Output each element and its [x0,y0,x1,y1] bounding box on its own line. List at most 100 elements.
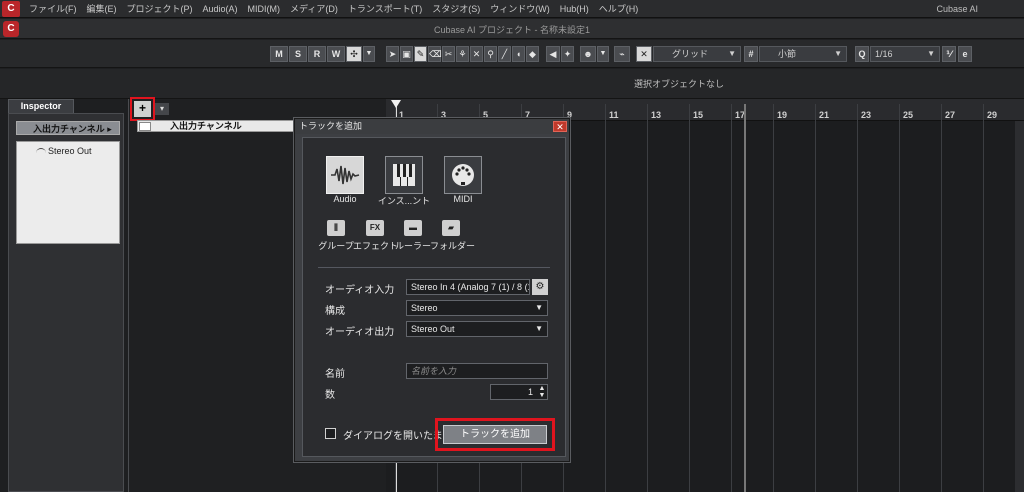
quantize-settings-icon[interactable]: e [958,46,972,62]
ruler-bar-number: 29 [987,110,998,120]
add-track-confirm-button[interactable]: トラックを追加 [443,425,547,444]
dialog-separator [318,267,550,268]
cubase-logo-icon[interactable]: C [2,0,20,17]
chevron-right-icon: ▸ [107,124,112,134]
tool-extra-icon[interactable]: ✦ [561,46,574,62]
track-type-folder-label: フォルダー [430,241,476,251]
track-name: 入出力チャンネル [170,121,242,131]
split-tool-icon[interactable]: ✂ [442,46,455,62]
line-tool-icon[interactable]: ╱ [498,46,511,62]
track-type-instrument-label: インス...ント [377,196,431,206]
grid-resolution-dropdown[interactable]: 小節 ▼ [759,46,847,62]
write-automation-button[interactable]: W [327,46,345,62]
track-type-midi[interactable] [444,156,482,194]
menu-help[interactable]: ヘルプ(H) [594,2,644,15]
project-end-line [744,104,746,492]
gear-icon[interactable]: ⚙ [532,279,548,295]
zoom-tool-icon[interactable]: ⚲ [484,46,497,62]
grid-type-dropdown[interactable]: グリッド ▼ [653,46,741,62]
audio-input-dropdown[interactable]: Stereo In 4 (Analog 7 (1) / 8 (1)) [406,279,530,295]
ruler-grid-line [815,104,816,492]
chevron-down-icon: ▼ [728,49,736,58]
quantize-icon[interactable]: Q [855,46,869,62]
audio-output-label: オーディオ出力 [325,327,395,338]
solo-button[interactable]: S [289,46,307,62]
nudge-icon[interactable]: ☻ [580,46,596,62]
app-name-label: Cubase AI [936,3,978,14]
ruler-bar-number: 25 [903,110,914,120]
audio-output-value: Stereo Out [411,324,455,334]
play-tool-icon[interactable]: ◖ [512,46,525,62]
audio-input-label: オーディオ入力 [325,285,395,296]
track-preset-dropdown[interactable]: ▾ [155,103,169,115]
glue-tool-icon[interactable]: ⚘ [456,46,469,62]
color-tool-icon[interactable]: ◆ [526,46,539,62]
track-type-ruler-label: ルーラー [394,241,431,251]
track-type-midi-label: MIDI [453,194,473,204]
menu-bar: C ファイル(F) 編集(E) プロジェクト(P) Audio(A) MIDI(… [0,0,1024,18]
draw-tool-icon[interactable]: ✎ [414,46,427,62]
folder-icon[interactable]: ▰ [442,220,460,236]
ruler-icon[interactable]: ▬ [404,220,422,236]
ruler-grid-line [647,104,648,492]
group-icon[interactable]: ⫼ [327,220,345,236]
ruler-grid-line [605,104,606,492]
inspector-output-label[interactable]: Stereo Out [48,146,92,156]
menu-edit[interactable]: 編集(E) [82,2,122,15]
read-automation-button[interactable]: R [308,46,326,62]
quantize-value: 1/16 [875,49,893,59]
name-input[interactable]: 名前を入力 [406,363,548,379]
snap-on-icon[interactable]: ✕ [636,46,652,62]
mute-tool-icon[interactable]: ✕ [470,46,483,62]
erase-tool-icon[interactable]: ⌫ [428,46,442,62]
grid-resolution-label: 小節 [778,49,797,59]
menu-studio[interactable]: スタジオ(S) [427,2,485,15]
ruler-bar-number: 21 [819,110,830,120]
ruler-bar-number: 23 [861,110,872,120]
mute-button[interactable]: M [270,46,288,62]
nudge-dropdown-icon[interactable]: ▼ [597,46,609,62]
window-title-bar: C Cubase AI プロジェクト - 名称未設定1 [0,19,1024,39]
keep-open-checkbox[interactable] [325,428,336,439]
track-type-audio[interactable] [326,156,364,194]
auto-scroll-dropdown-icon[interactable]: ▼ [363,46,375,62]
vertical-scrollbar[interactable] [1015,121,1024,492]
inspector-channel-header[interactable]: 入出力チャンネル ▸ [16,121,120,135]
ruler-grid-line [689,104,690,492]
close-icon[interactable]: ✕ [553,121,567,132]
fx-icon[interactable]: FX [366,220,384,236]
chevron-down-icon: ▼ [834,49,842,58]
ruler-bar-number: 19 [777,110,788,120]
ruler-bar-number: 13 [651,110,662,120]
grid-hash-icon[interactable]: # [744,46,758,62]
track-type-group-label: グループ [318,241,354,251]
select-tool-icon[interactable]: ➤ [386,46,399,62]
menu-transport[interactable]: トランスポート(T) [343,2,427,15]
config-dropdown[interactable]: Stereo ▼ [406,300,548,316]
inspector-tab[interactable]: Inspector [8,99,74,113]
config-label: 構成 [325,306,345,317]
count-label: 数 [325,390,335,401]
menu-audio[interactable]: Audio(A) [198,4,243,14]
menu-midi[interactable]: MIDI(M) [243,4,286,14]
config-value: Stereo [411,303,438,313]
audio-output-dropdown[interactable]: Stereo Out ▼ [406,321,548,337]
menu-hub[interactable]: Hub(H) [555,4,594,14]
quantize-dropdown[interactable]: 1/16 ▼ [870,46,940,62]
track-type-instrument[interactable] [385,156,423,194]
menu-project[interactable]: プロジェクト(P) [122,2,198,15]
auto-scroll-icon[interactable]: ✣ [346,46,362,62]
menu-window[interactable]: ウィンドウ(W) [485,2,555,15]
menu-media[interactable]: メディア(D) [285,2,343,15]
inspector-channel-label: 入出力チャンネル [33,124,105,134]
stepper-arrows-icon[interactable]: ▲ ▼ [537,385,547,399]
speaker-icon[interactable]: ◀ [546,46,560,62]
keep-open-label: ダイアログを開いたまま [343,431,443,442]
snap-type-icon[interactable]: ⌁ [614,46,630,62]
quantize-apply-icon[interactable]: ⅟ [942,46,956,62]
range-tool-icon[interactable]: ▣ [400,46,413,62]
chevron-down-icon: ▼ [535,324,543,333]
project-cursor-icon[interactable] [391,100,401,108]
menu-file[interactable]: ファイル(F) [24,2,82,15]
window-title: Cubase AI プロジェクト - 名称未設定1 [433,25,591,35]
